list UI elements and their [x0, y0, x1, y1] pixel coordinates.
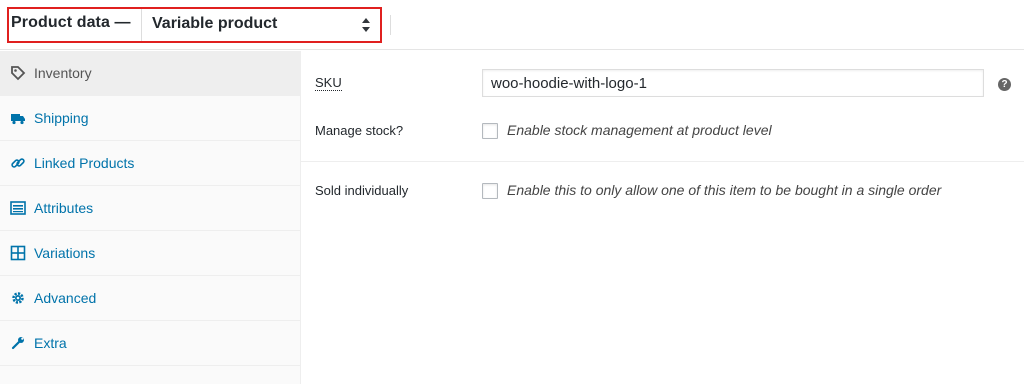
tab-variations[interactable]: Variations: [0, 231, 300, 276]
product-type-select[interactable]: Variable product: [141, 9, 379, 41]
tab-label: Attributes: [34, 200, 94, 216]
tab-label: Inventory: [34, 65, 92, 81]
wrench-icon: [11, 337, 24, 350]
sku-input-value: woo-hoodie-with-logo-1: [491, 75, 647, 92]
grid-icon: [10, 245, 26, 261]
inventory-panel: SKU woo-hoodie-with-logo-1 ? Manage stoc…: [301, 51, 1024, 384]
section-divider: [301, 161, 1024, 162]
link-icon: [11, 158, 25, 168]
list-icon: [10, 201, 26, 215]
product-data-header: Product data — Variable product: [0, 0, 1024, 50]
header-separator: [390, 15, 391, 35]
manage-stock-description: Enable stock management at product level: [507, 122, 772, 138]
tab-shipping[interactable]: Shipping: [0, 96, 300, 141]
product-data-title: Product data —: [11, 14, 131, 31]
tab-attributes[interactable]: Attributes: [0, 186, 300, 231]
tab-label: Variations: [34, 245, 96, 261]
tag-icon: [11, 66, 26, 81]
select-arrows-icon: [362, 18, 370, 32]
sold-individually-label: Sold individually: [315, 183, 409, 198]
tab-label: Linked Products: [34, 155, 135, 171]
manage-stock-checkbox[interactable]: [482, 123, 498, 139]
tab-label: Shipping: [34, 110, 89, 126]
tab-label: Extra: [34, 335, 67, 351]
sku-label: SKU: [315, 75, 342, 91]
tab-inventory[interactable]: Inventory: [0, 51, 300, 96]
sku-input[interactable]: woo-hoodie-with-logo-1: [482, 69, 984, 97]
manage-stock-label: Manage stock?: [315, 123, 404, 138]
tab-label: Advanced: [34, 290, 97, 306]
gear-icon: [12, 292, 24, 304]
product-type-value: Variable product: [152, 15, 278, 32]
tab-linked-products[interactable]: Linked Products: [0, 141, 300, 186]
product-data-tabs: Inventory Shipping Linked Products Attri…: [0, 51, 301, 384]
sold-individually-description: Enable this to only allow one of this it…: [507, 182, 942, 198]
help-icon[interactable]: ?: [998, 78, 1011, 91]
truck-icon: [11, 114, 25, 125]
tab-advanced[interactable]: Advanced: [0, 276, 300, 321]
sold-individually-checkbox[interactable]: [482, 183, 498, 199]
tab-extra[interactable]: Extra: [0, 321, 300, 366]
